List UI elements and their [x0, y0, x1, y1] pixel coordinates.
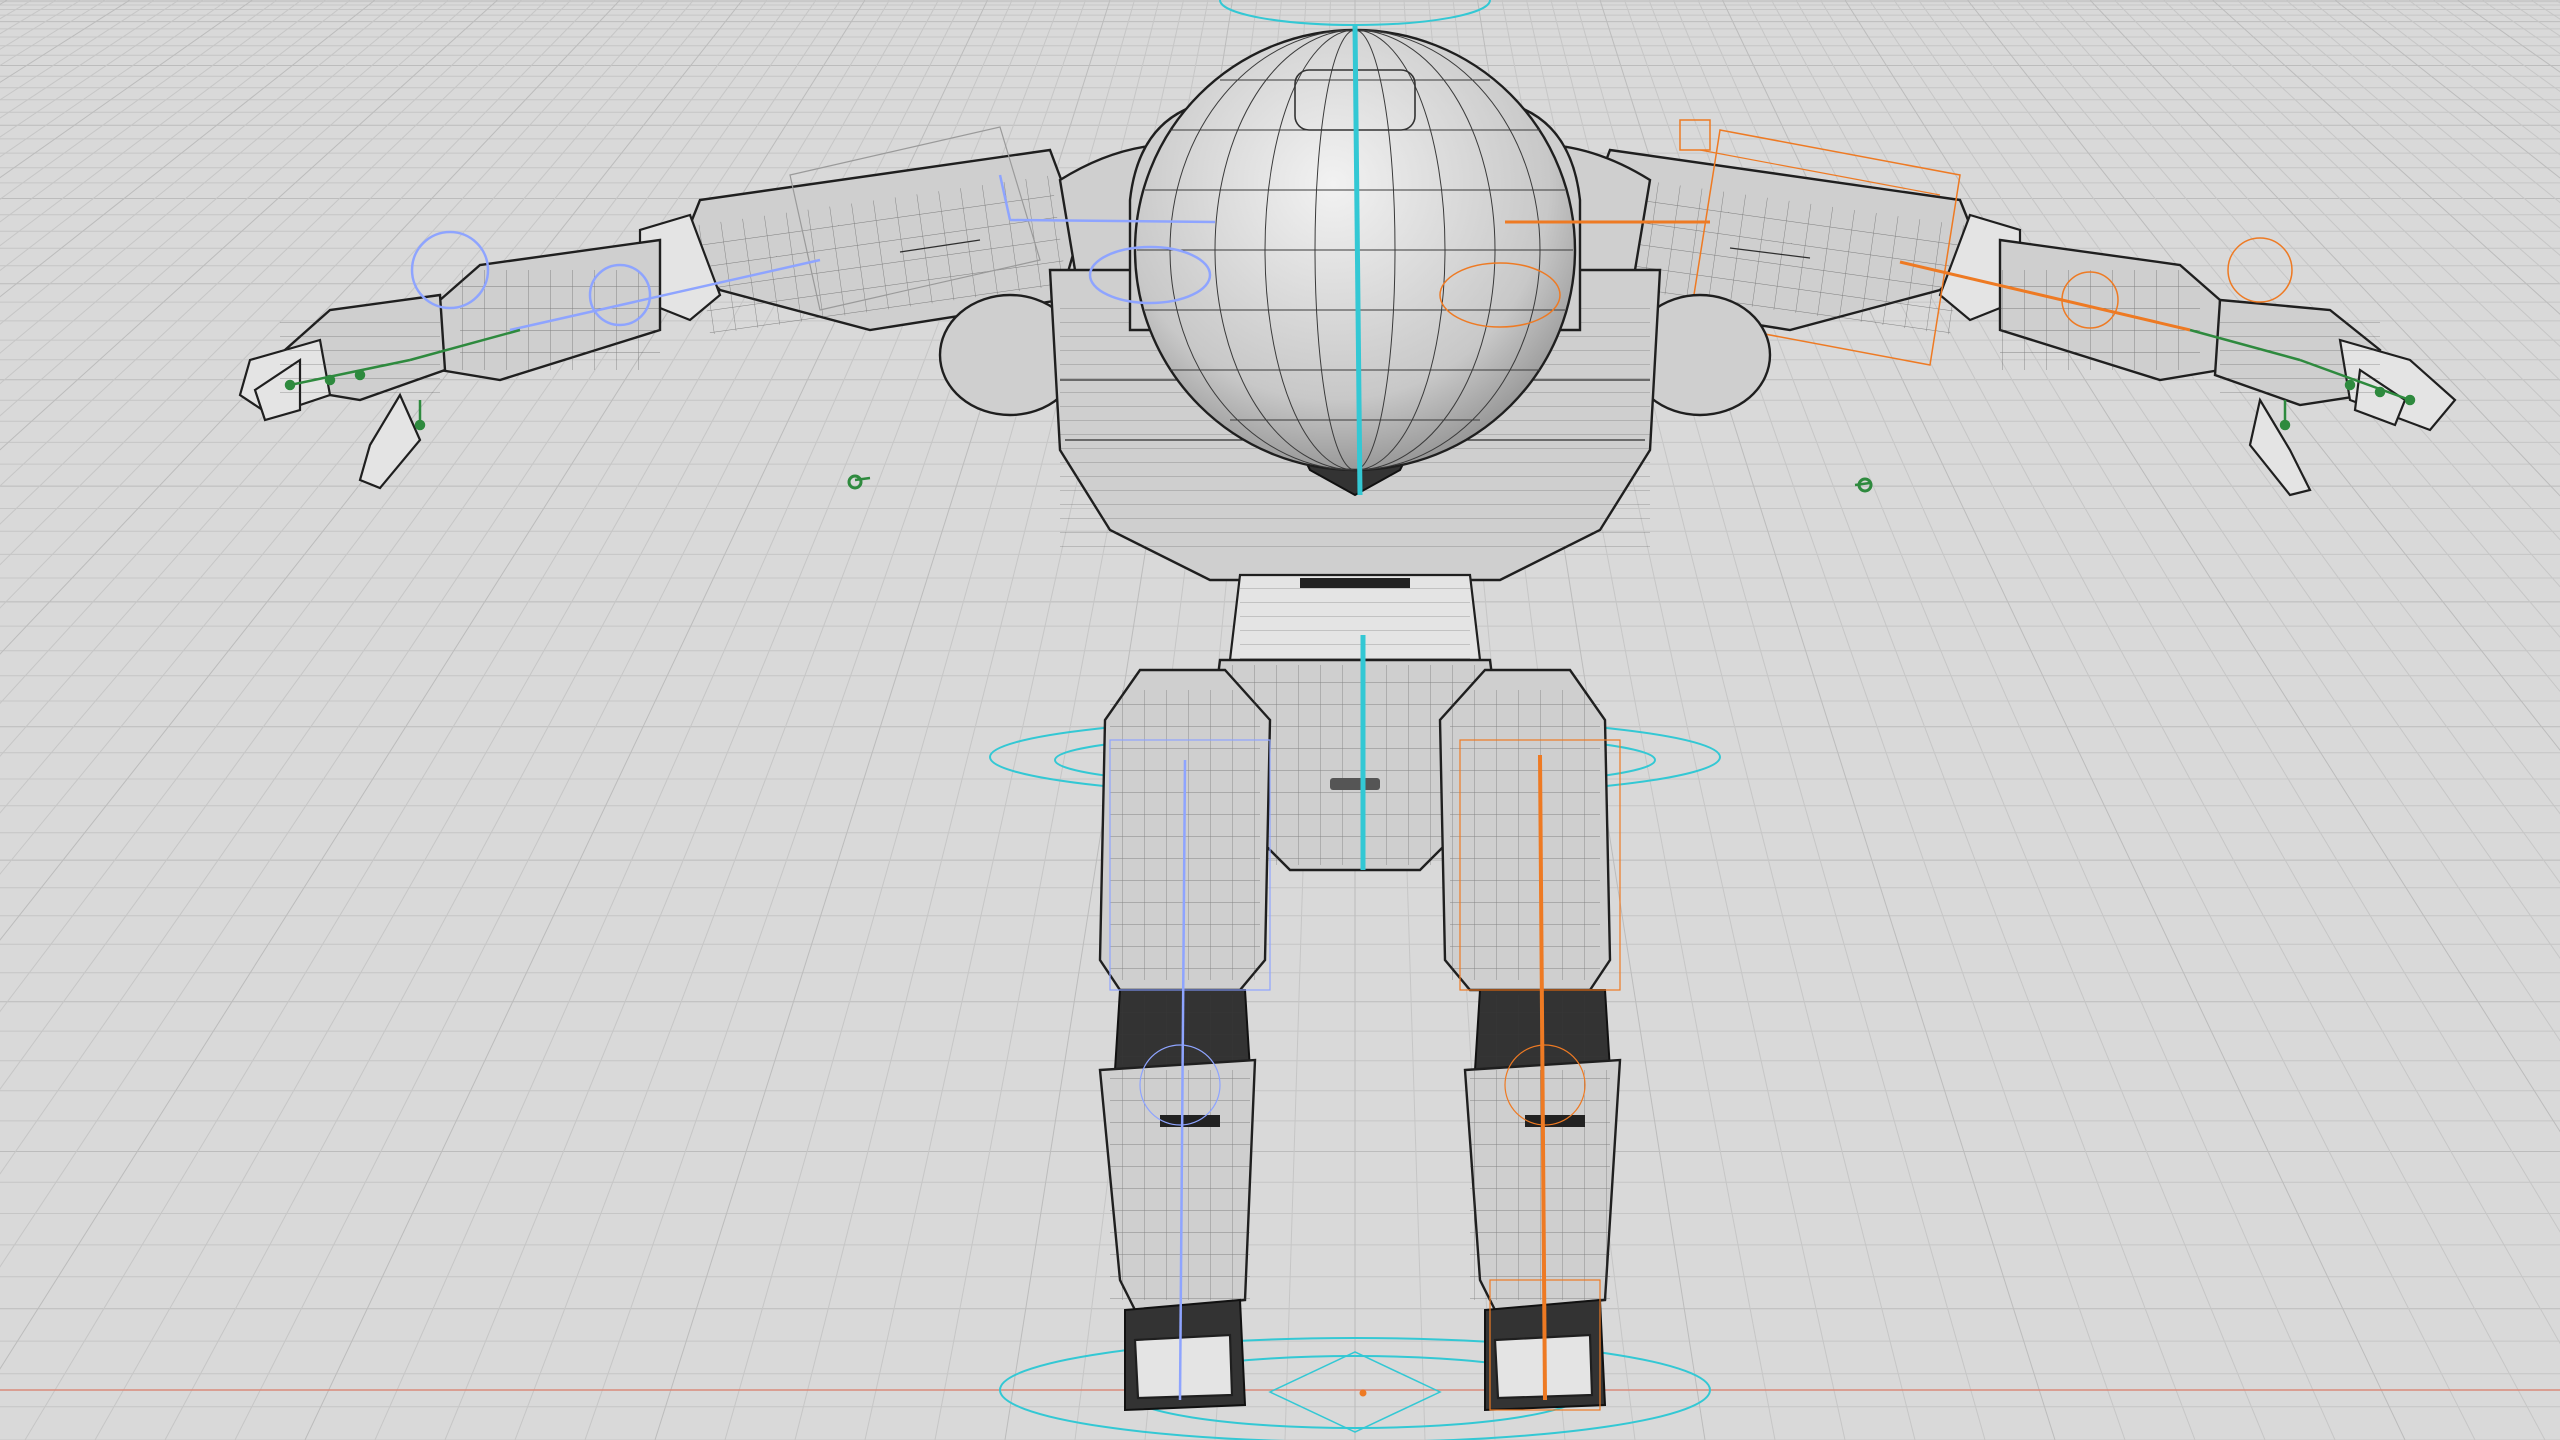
viewport-canvas[interactable]: [0, 0, 2560, 1440]
origin-marker: [1359, 1389, 1367, 1397]
3d-viewport[interactable]: [0, 0, 2560, 1440]
right-leg-mesh[interactable]: [1438, 668, 1622, 1412]
